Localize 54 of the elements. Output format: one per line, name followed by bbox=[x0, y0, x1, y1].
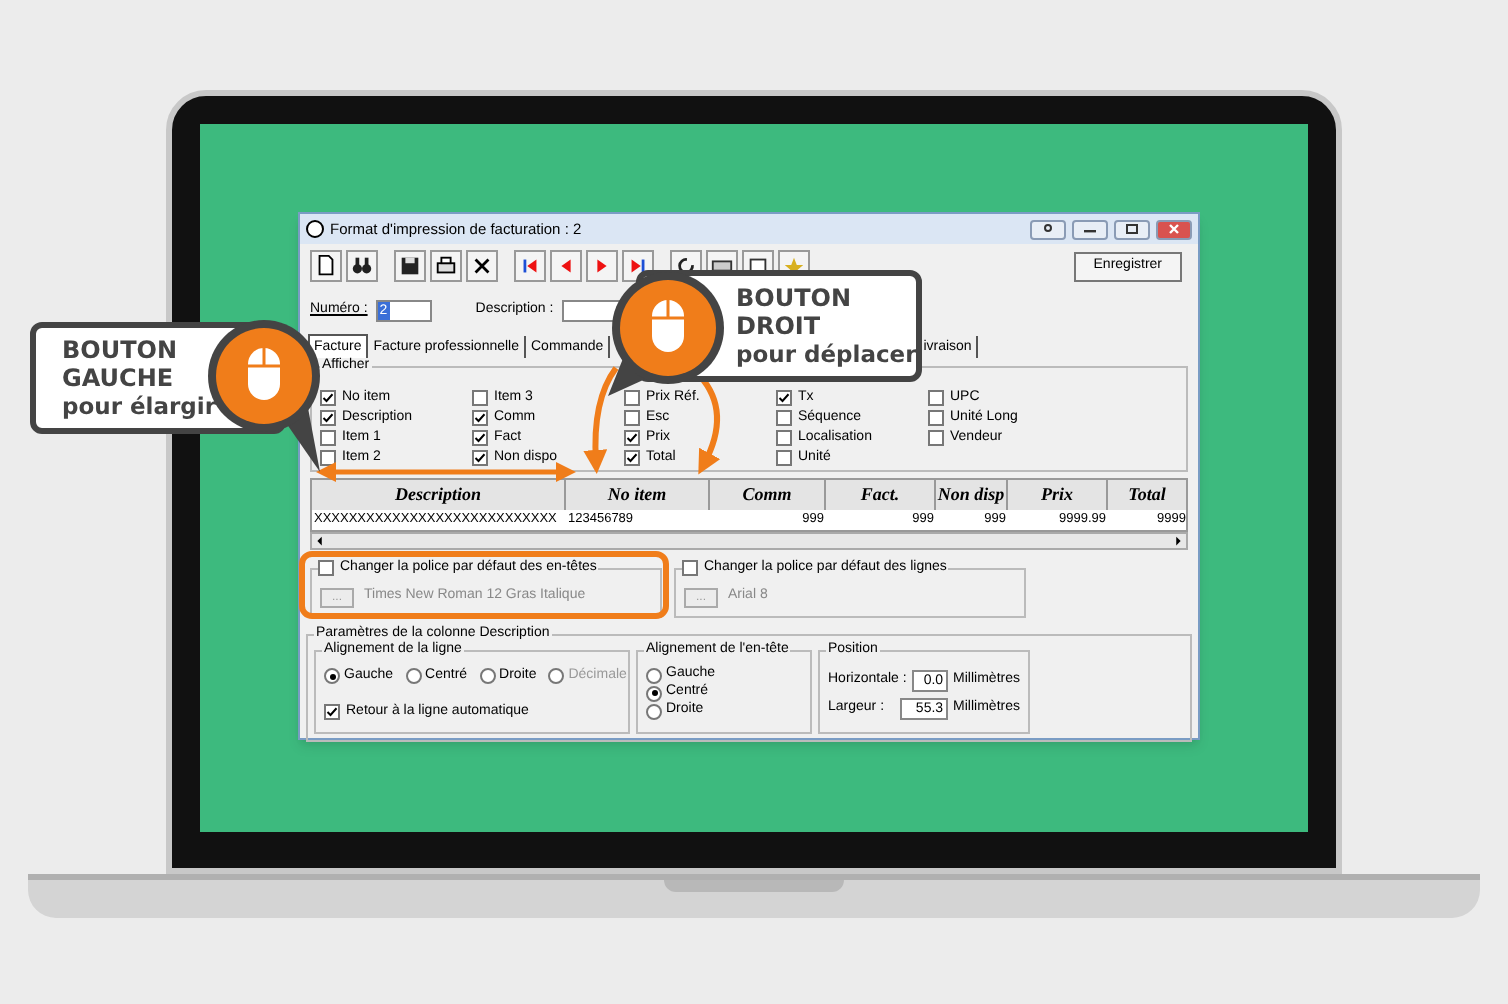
radio-button[interactable] bbox=[646, 703, 662, 719]
callout-subtitle: pour déplacer bbox=[736, 340, 916, 368]
radio-button[interactable] bbox=[646, 685, 662, 701]
checkbox[interactable] bbox=[624, 450, 640, 466]
checkbox[interactable] bbox=[320, 430, 336, 446]
checkbox[interactable] bbox=[472, 450, 488, 466]
checkbox[interactable] bbox=[624, 390, 640, 406]
column-header[interactable]: Total bbox=[1108, 480, 1186, 510]
radio-button[interactable] bbox=[646, 667, 662, 683]
checkbox[interactable] bbox=[324, 703, 340, 720]
help-icon[interactable] bbox=[1030, 219, 1066, 239]
callout-title: GAUCHE bbox=[62, 364, 176, 392]
checkbox[interactable] bbox=[624, 430, 640, 446]
column-header[interactable]: Comm bbox=[710, 480, 826, 510]
checkbox[interactable] bbox=[776, 450, 792, 466]
callout-title: BOUTON bbox=[736, 284, 854, 312]
radio-button[interactable] bbox=[405, 668, 422, 685]
checkbox[interactable] bbox=[320, 410, 336, 426]
app-icon bbox=[306, 220, 324, 238]
binoculars-icon[interactable] bbox=[346, 250, 378, 282]
checkbox[interactable] bbox=[472, 410, 488, 426]
minimize-icon[interactable] bbox=[1072, 219, 1108, 239]
previous-record-icon[interactable] bbox=[550, 250, 582, 282]
checkbox[interactable] bbox=[682, 560, 698, 576]
next-record-icon[interactable] bbox=[586, 250, 618, 282]
checkbox[interactable] bbox=[320, 390, 336, 406]
callout-title: BOUTON bbox=[62, 336, 180, 364]
checkbox[interactable] bbox=[624, 410, 640, 426]
checkbox[interactable] bbox=[320, 450, 336, 466]
radio-button[interactable] bbox=[479, 668, 496, 685]
maximize-icon[interactable] bbox=[1114, 219, 1150, 239]
close-icon[interactable] bbox=[466, 250, 498, 282]
radio-button[interactable] bbox=[324, 668, 340, 685]
column-header[interactable]: Fact. bbox=[826, 480, 936, 510]
column-header[interactable]: No item bbox=[566, 480, 710, 510]
scrollbar[interactable] bbox=[310, 532, 1188, 550]
checkbox[interactable] bbox=[318, 560, 334, 576]
checkbox[interactable] bbox=[776, 430, 792, 446]
checkbox[interactable] bbox=[928, 430, 944, 446]
first-record-icon[interactable] bbox=[514, 250, 546, 282]
callout-subtitle: pour élargir bbox=[62, 392, 219, 420]
curved-arrow bbox=[583, 366, 619, 474]
checkbox[interactable] bbox=[472, 390, 488, 406]
callout-title: DROIT bbox=[736, 312, 823, 340]
column-header[interactable]: Description bbox=[312, 480, 566, 510]
checkbox[interactable] bbox=[928, 390, 944, 406]
checkbox[interactable] bbox=[472, 430, 488, 446]
checkbox[interactable] bbox=[928, 410, 944, 426]
checkbox[interactable] bbox=[776, 390, 792, 406]
column-header[interactable]: Non disp bbox=[936, 480, 1008, 510]
column-header[interactable]: Prix bbox=[1008, 480, 1108, 510]
printer-icon[interactable] bbox=[430, 250, 462, 282]
new-document-icon[interactable] bbox=[310, 250, 342, 282]
checkbox[interactable] bbox=[776, 410, 792, 426]
